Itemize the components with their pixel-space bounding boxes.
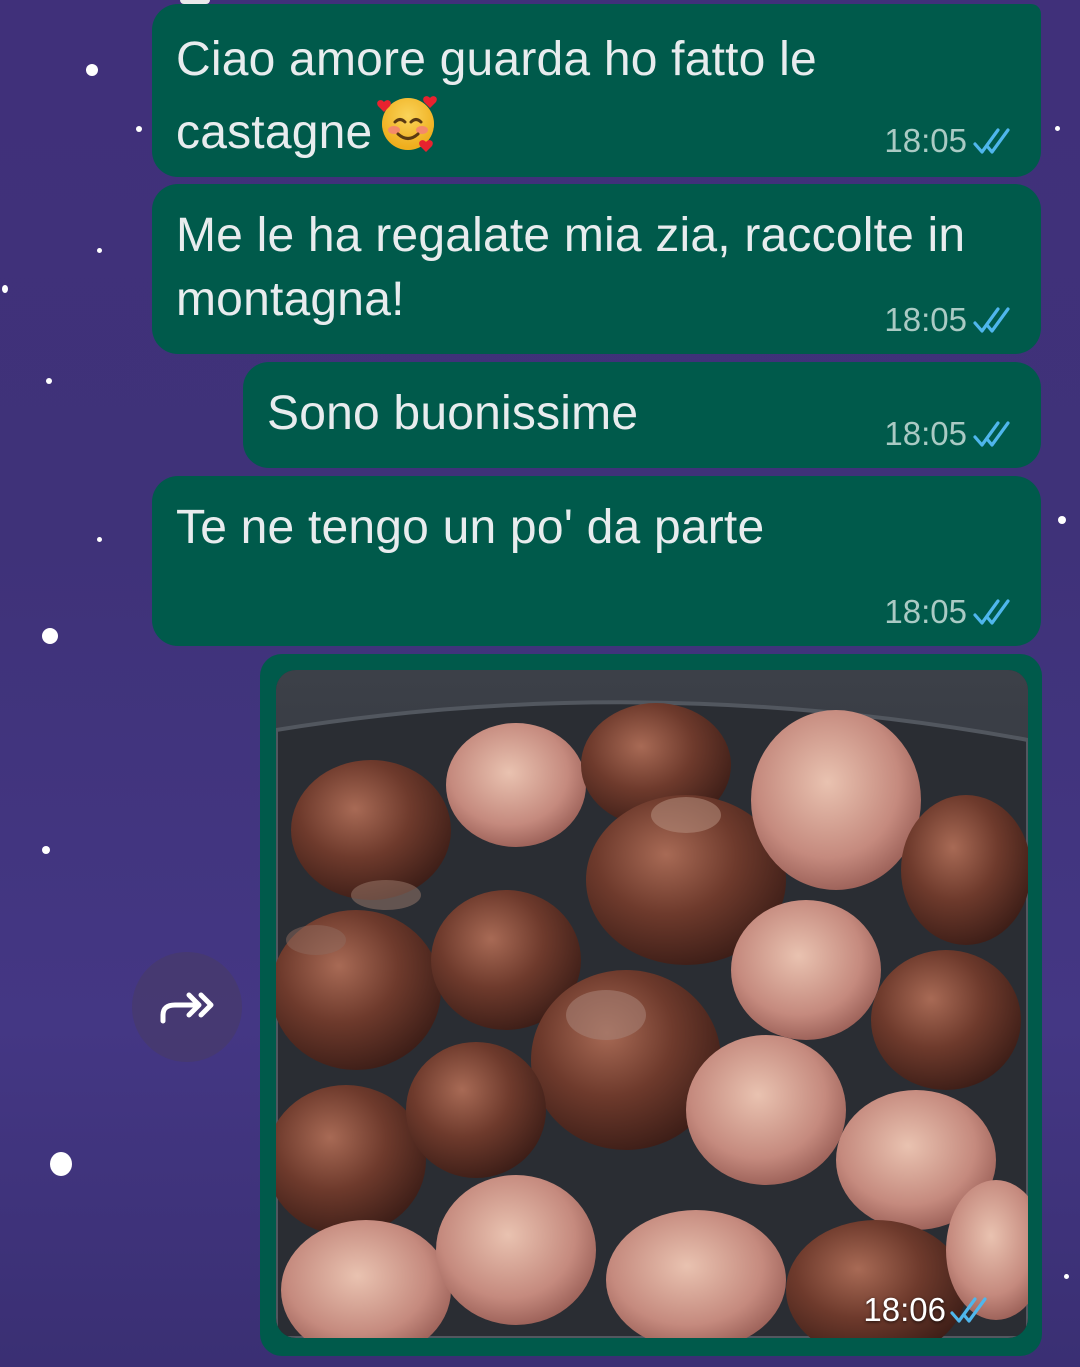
forward-button[interactable] <box>132 952 242 1062</box>
photo-meta: 18:06 <box>863 1290 996 1330</box>
background-star <box>97 248 102 253</box>
photo-time: 18:06 <box>863 1291 946 1328</box>
background-star <box>50 1152 72 1176</box>
double-check-icon <box>973 421 1010 447</box>
message-time: 18:05 <box>884 122 967 159</box>
double-check-icon <box>973 599 1010 625</box>
message-meta: 18:05 <box>884 592 1019 632</box>
double-check-icon <box>950 1297 987 1323</box>
double-check-icon <box>973 128 1010 154</box>
message-bubble-outgoing[interactable]: Ciao amore guarda ho fatto le castagne 1… <box>152 4 1041 177</box>
photo-message-bubble[interactable]: 18:06 <box>260 654 1042 1356</box>
double-check-icon <box>973 307 1010 333</box>
background-star <box>97 537 102 542</box>
background-star <box>42 628 58 644</box>
message-text-content: Ciao amore guarda ho fatto le castagne <box>176 33 817 159</box>
message-time: 18:05 <box>884 415 967 452</box>
background-star <box>1058 516 1066 524</box>
background-star <box>86 64 98 76</box>
message-text: Te ne tengo un po' da parte <box>176 501 765 554</box>
background-star <box>1055 126 1060 131</box>
background-star <box>46 378 52 384</box>
message-meta: 18:05 <box>884 121 1019 161</box>
message-time: 18:05 <box>884 593 967 630</box>
message-bubble-outgoing[interactable]: Sono buonissime 18:05 <box>243 362 1041 468</box>
background-star <box>42 846 50 854</box>
message-bubble-outgoing[interactable]: Te ne tengo un po' da parte 18:05 <box>152 476 1041 646</box>
smiling-face-with-hearts-icon <box>376 92 440 171</box>
message-bubble-outgoing[interactable]: Me le ha regalate mia zia, raccolte in m… <box>152 184 1041 354</box>
message-meta: 18:05 <box>884 300 1019 340</box>
message-time: 18:05 <box>884 301 967 338</box>
background-star <box>2 285 8 293</box>
chestnuts-photo[interactable] <box>276 670 1028 1338</box>
message-meta: 18:05 <box>884 414 1019 454</box>
forward-icon <box>160 992 214 1024</box>
background-star <box>1064 1274 1069 1279</box>
background-star <box>136 126 142 132</box>
